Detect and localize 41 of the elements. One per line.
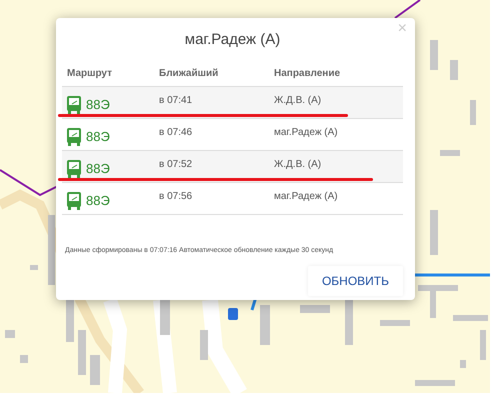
bus-icon [67, 160, 81, 178]
building-shape [380, 320, 410, 326]
route-number[interactable]: 88Э [86, 97, 110, 112]
building-shape [48, 215, 55, 285]
building-shape [300, 305, 330, 313]
arrival-time: в 07:41 [159, 95, 192, 106]
arrival-time: в 07:46 [159, 127, 192, 138]
direction-text: маг.Радеж (А) [274, 127, 338, 138]
building-shape [90, 355, 100, 385]
arrival-time: в 07:56 [159, 191, 192, 202]
building-shape [78, 330, 86, 375]
bus-icon [67, 192, 81, 210]
building-shape [480, 330, 486, 360]
building-shape [260, 305, 270, 345]
building-shape [440, 150, 460, 156]
building-shape [430, 40, 438, 70]
arrival-time: в 07:52 [159, 159, 192, 170]
bus-icon [67, 96, 81, 114]
building-shape [415, 380, 455, 386]
route-number[interactable]: 88Э [86, 193, 110, 208]
building-shape [460, 360, 466, 368]
building-shape [450, 60, 458, 80]
building-shape [470, 100, 476, 125]
building-shape [160, 300, 170, 335]
direction-text: маг.Радеж (А) [274, 191, 338, 202]
stop-marker-icon[interactable] [228, 308, 238, 320]
route-number[interactable]: 88Э [86, 129, 110, 144]
direction-text: Ж.Д.В. (А) [274, 159, 322, 170]
route-number[interactable]: 88Э [86, 161, 110, 176]
building-shape [66, 300, 74, 342]
building-shape [5, 330, 15, 338]
bus-icon [67, 128, 81, 146]
building-shape [20, 355, 28, 363]
building-shape [200, 330, 208, 360]
building-shape [453, 315, 488, 321]
refresh-button[interactable]: ОБНОВИТЬ [308, 266, 403, 296]
building-shape [345, 300, 353, 345]
direction-text: Ж.Д.В. (А) [274, 95, 322, 106]
popup-title: маг.Радеж (А) [184, 31, 280, 48]
building-shape [430, 210, 438, 255]
building-shape [30, 265, 38, 270]
